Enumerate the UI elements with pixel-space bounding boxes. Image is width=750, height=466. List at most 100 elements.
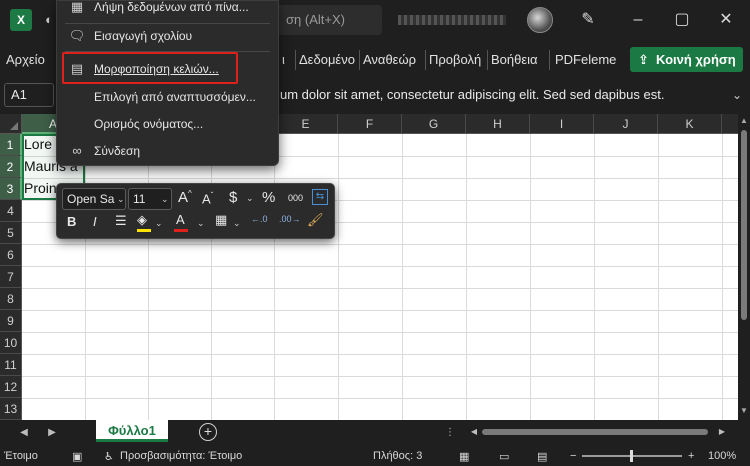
share-button[interactable]: ⇪ Κοινή χρήση — [630, 47, 743, 72]
account-name — [398, 15, 506, 25]
accessibility-icon[interactable]: ♿ — [104, 450, 114, 463]
page-layout-view-icon[interactable]: ▭ — [499, 450, 509, 463]
column-header-e[interactable]: E — [274, 114, 338, 134]
bold-button[interactable]: B — [67, 214, 76, 229]
zoom-slider-thumb[interactable] — [630, 450, 633, 462]
row-header-8[interactable]: 8 — [0, 288, 22, 310]
scroll-down-icon[interactable]: ▼ — [738, 406, 750, 415]
link-icon: ∞ — [72, 143, 82, 158]
menu-item-get-data-from-table[interactable]: ▦ Λήψη δεδομένων από πίνα... — [57, 0, 278, 19]
tab-help[interactable]: Βοήθεια — [491, 52, 538, 67]
macro-record-icon[interactable]: ▣ — [72, 450, 82, 463]
column-header-j[interactable]: J — [594, 114, 658, 134]
horizontal-scrollbar[interactable]: ◀ ▶ — [470, 427, 728, 437]
font-color-icon[interactable]: A — [174, 212, 188, 232]
align-center-icon[interactable]: ☰ — [115, 213, 127, 229]
more-options-icon[interactable]: ⋮ — [442, 425, 458, 441]
chevron-down-icon[interactable]: ⌄ — [728, 85, 746, 105]
menu-item-label: Ορισμός ονόματος... — [94, 117, 204, 131]
horizontal-scroll-thumb[interactable] — [482, 429, 708, 435]
sheet-tab-active[interactable]: Φύλλο1 — [96, 420, 168, 442]
sheet-tab-bar: ◀ ▶ Φύλλο1 + ⋮ ◀ ▶ — [0, 420, 750, 446]
row-header-6[interactable]: 6 — [0, 244, 22, 266]
chevron-down-icon[interactable]: ⌄ — [233, 218, 241, 229]
designer-pen-icon[interactable]: ✎ — [576, 8, 600, 32]
zoom-level[interactable]: 100% — [708, 450, 736, 462]
column-header-k[interactable]: K — [658, 114, 722, 134]
column-header-f[interactable]: F — [338, 114, 402, 134]
chevron-down-icon: ⌄ — [117, 194, 125, 204]
increase-decimal-icon[interactable]: .00→ — [279, 214, 301, 224]
zoom-in-icon[interactable]: + — [688, 450, 694, 462]
menu-item-define-name[interactable]: Ορισμός ονόματος... — [57, 112, 278, 136]
borders-icon[interactable]: ▦ — [215, 212, 227, 228]
scroll-left-icon[interactable]: ◀ — [466, 424, 482, 440]
vertical-scrollbar[interactable]: ▲ ▼ — [738, 114, 750, 420]
tab-view[interactable]: Προβολή — [429, 52, 481, 67]
tab-pdfelement[interactable]: PDFeleme — [555, 52, 616, 67]
share-label: Κοινή χρήση — [656, 52, 736, 67]
column-header-i[interactable]: I — [530, 114, 594, 134]
scroll-up-icon[interactable]: ▲ — [738, 116, 750, 125]
add-sheet-icon[interactable]: + — [199, 423, 217, 441]
menu-item-label: Εισαγωγή σχολίου — [94, 29, 193, 43]
column-header-h[interactable]: H — [466, 114, 530, 134]
decrease-decimal-icon[interactable]: ←.0 — [251, 214, 268, 224]
fill-color-icon[interactable]: ◈ — [137, 212, 151, 232]
sheet-next-icon[interactable]: ▶ — [44, 425, 60, 441]
column-header-g[interactable]: G — [402, 114, 466, 134]
row-header-3[interactable]: 3 — [0, 178, 22, 200]
column-header-l[interactable] — [722, 114, 738, 134]
minimize-icon[interactable]: – — [626, 8, 650, 32]
name-box[interactable]: A1 — [4, 83, 54, 107]
row-header-10[interactable]: 10 — [0, 332, 22, 354]
font-name-value: Open Sa — [67, 192, 115, 206]
maximize-icon[interactable]: ▢ — [670, 8, 694, 32]
sheet-prev-icon[interactable]: ◀ — [16, 425, 32, 441]
select-all-corner[interactable] — [0, 114, 22, 134]
excel-app-icon: X — [10, 9, 32, 31]
chevron-down-icon[interactable]: ⌄ — [155, 218, 163, 229]
chevron-down-icon[interactable]: ⌄ — [246, 193, 254, 204]
normal-view-icon[interactable]: ▦ — [459, 450, 469, 463]
row-header-5[interactable]: 5 — [0, 222, 22, 244]
tab-partial[interactable]: ι — [282, 52, 285, 67]
chevron-down-icon[interactable]: ⌄ — [197, 218, 205, 229]
highlight-annotation — [62, 52, 238, 84]
row-header-1[interactable]: 1 — [0, 134, 22, 156]
increase-font-icon[interactable]: A^ — [178, 189, 192, 206]
row-header-7[interactable]: 7 — [0, 266, 22, 288]
row-header-4[interactable]: 4 — [0, 200, 22, 222]
avatar[interactable] — [527, 7, 553, 33]
comment-icon: 🗨 — [68, 28, 86, 43]
menu-item-label: Επιλογή από αναπτυσσόμεν... — [94, 90, 256, 104]
format-painter-icon[interactable]: 🖌 — [307, 212, 324, 228]
percent-style-icon[interactable]: % — [262, 189, 275, 206]
scroll-right-icon[interactable]: ▶ — [714, 424, 730, 440]
tab-data[interactable]: Δεδομένο — [299, 52, 355, 67]
vertical-scroll-thumb[interactable] — [741, 130, 747, 320]
decrease-font-icon[interactable]: Aˇ — [202, 191, 213, 206]
font-size-dropdown[interactable]: 11 ⌄ — [128, 188, 172, 210]
menu-item-link[interactable]: ∞ Σύνδεση — [57, 139, 278, 163]
row-header-12[interactable]: 12 — [0, 376, 22, 398]
comma-style-icon[interactable]: 000 — [288, 193, 303, 203]
wrap-text-icon[interactable]: ⇆ — [312, 189, 328, 205]
italic-button[interactable]: I — [93, 214, 97, 229]
row-header-13[interactable]: 13 — [0, 398, 22, 420]
zoom-out-icon[interactable]: − — [570, 450, 576, 462]
close-icon[interactable]: ✕ — [714, 8, 738, 32]
page-break-view-icon[interactable]: ▤ — [537, 450, 547, 463]
tab-review[interactable]: Αναθεώρ — [363, 52, 416, 67]
tab-file[interactable]: Αρχείο — [6, 52, 45, 67]
row-header-11[interactable]: 11 — [0, 354, 22, 376]
accessibility-status[interactable]: Προσβασιμότητα: Έτοιμο — [120, 450, 242, 462]
search-input[interactable]: ση (Alt+X) — [266, 5, 382, 35]
row-header-2[interactable]: 2 — [0, 156, 22, 178]
formula-input[interactable]: um dolor sit amet, consectetur adipiscin… — [280, 83, 726, 107]
menu-item-pick-from-dropdown[interactable]: Επιλογή από αναπτυσσόμεν... — [57, 85, 278, 109]
currency-format-icon[interactable]: $ — [229, 189, 237, 206]
font-name-dropdown[interactable]: Open Sa ⌄ — [62, 188, 126, 210]
menu-item-insert-comment[interactable]: 🗨 Εισαγωγή σχολίου — [57, 24, 278, 48]
row-header-9[interactable]: 9 — [0, 310, 22, 332]
